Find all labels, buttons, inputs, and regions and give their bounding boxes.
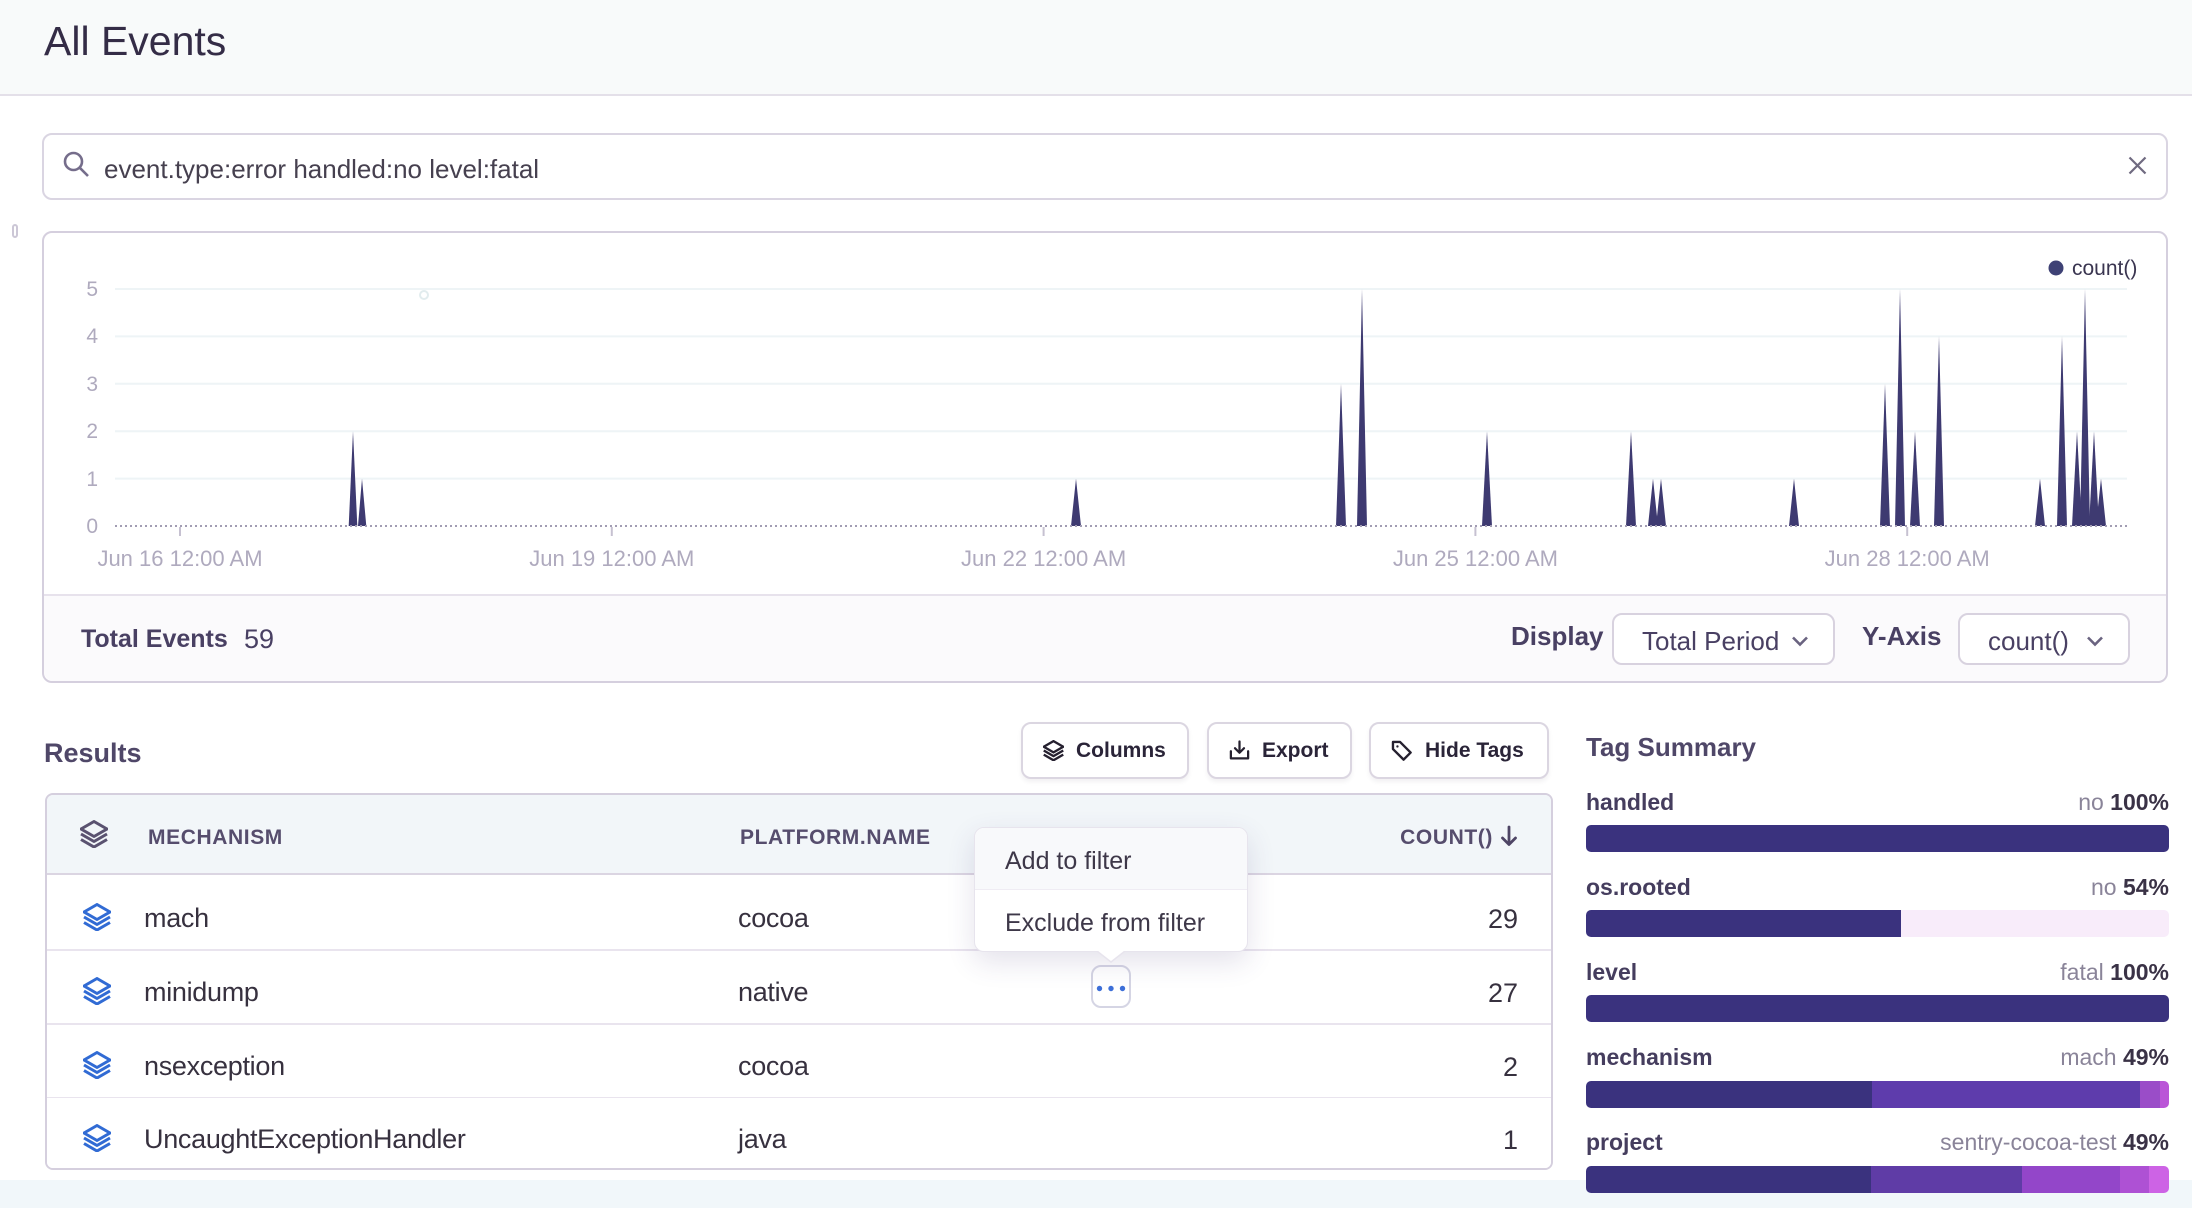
svg-text:Jun 28 12:00 AM: Jun 28 12:00 AM [1825, 546, 1990, 571]
svg-text:3: 3 [86, 373, 98, 396]
svg-text:4: 4 [86, 325, 98, 348]
svg-text:count(): count() [2072, 257, 2137, 280]
svg-text:5: 5 [86, 278, 98, 301]
svg-text:Jun 16 12:00 AM: Jun 16 12:00 AM [97, 546, 262, 571]
svg-text:2: 2 [86, 420, 98, 443]
svg-text:Jun 25 12:00 AM: Jun 25 12:00 AM [1393, 546, 1558, 571]
svg-text:Jun 19 12:00 AM: Jun 19 12:00 AM [529, 546, 694, 571]
svg-text:0: 0 [86, 515, 98, 538]
svg-text:Jun 22 12:00 AM: Jun 22 12:00 AM [961, 546, 1126, 571]
svg-text:1: 1 [86, 468, 98, 491]
